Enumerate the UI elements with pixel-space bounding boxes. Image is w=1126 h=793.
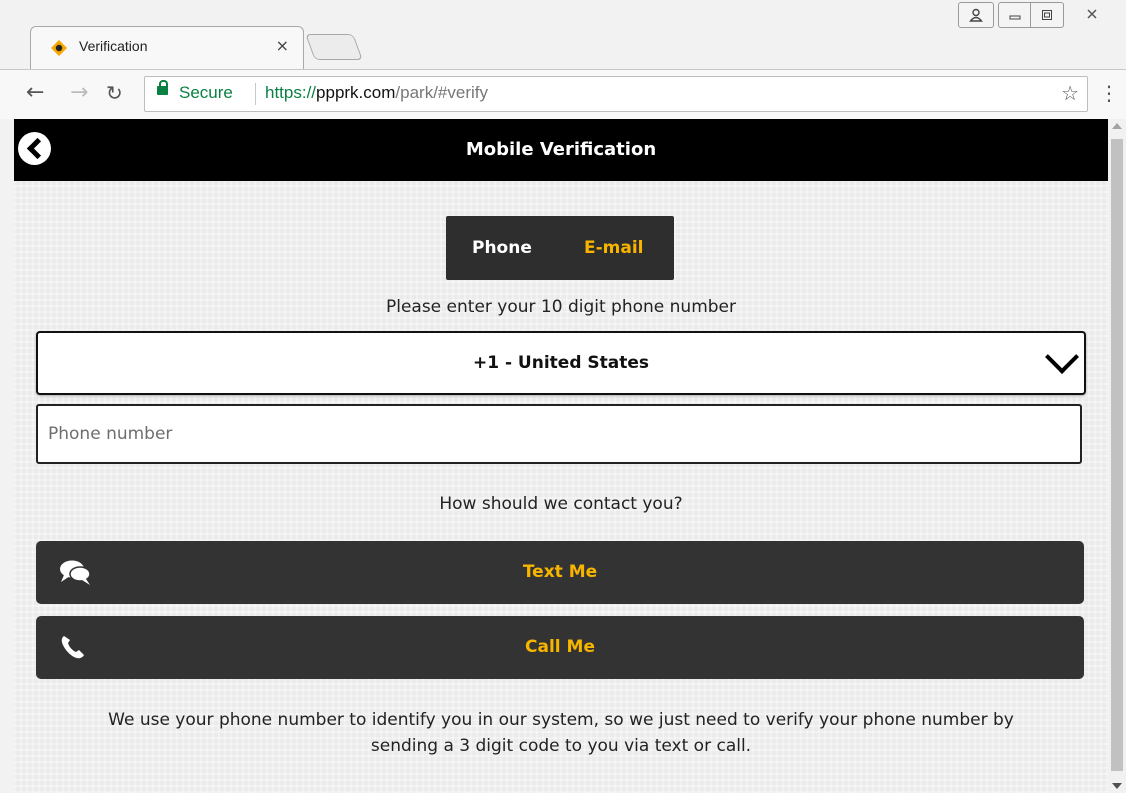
vertical-scrollbar[interactable]	[1108, 119, 1126, 793]
site-favicon-icon	[51, 40, 67, 56]
window-left-edge	[0, 119, 14, 793]
browser-toolbar: ← → ↻ Secure https://ppprk.com/park/#ver…	[0, 69, 1126, 120]
call-me-button[interactable]: Call Me	[36, 616, 1084, 679]
close-icon	[1087, 9, 1097, 19]
new-tab-button[interactable]	[305, 34, 363, 60]
tab-phone[interactable]: Phone	[472, 238, 532, 258]
phone-icon	[61, 636, 84, 659]
address-bar[interactable]: Secure https://ppprk.com/park/#verify ☆	[144, 76, 1088, 112]
app-header: Mobile Verification	[14, 119, 1108, 181]
restore-icon	[1042, 10, 1052, 20]
url-scheme: https://	[265, 83, 317, 102]
tab-strip: Verification ×	[0, 0, 1126, 69]
maximize-button[interactable]	[1030, 2, 1064, 28]
text-me-button[interactable]: Text Me	[36, 541, 1084, 604]
page-title: Mobile Verification	[465, 139, 657, 160]
verification-method-toggle: Phone E-mail	[446, 216, 674, 280]
bookmark-star-icon[interactable]: ☆	[1061, 81, 1079, 106]
back-arrow-icon[interactable]: ←	[26, 80, 44, 106]
person-icon	[969, 8, 983, 22]
url-host: ppprk.com	[316, 83, 396, 102]
country-code-select[interactable]: +1 - United States	[36, 331, 1086, 395]
minimize-icon	[1009, 15, 1021, 20]
chevron-down-icon	[1045, 340, 1079, 374]
phone-prompt: Please enter your 10 digit phone number	[385, 297, 737, 317]
text-me-label: Text Me	[522, 562, 598, 582]
country-selected-value: +1 - United States	[472, 353, 650, 373]
minimize-button[interactable]	[998, 2, 1031, 28]
profile-icon[interactable]	[958, 2, 994, 28]
browser-window: Verification × ← → ↻ Secure https://pppr…	[0, 0, 1126, 793]
close-window-button[interactable]	[1070, 2, 1114, 26]
address-separator	[255, 83, 256, 105]
reload-icon[interactable]: ↻	[106, 80, 123, 106]
scroll-up-icon[interactable]	[1112, 123, 1122, 129]
tab-title: Verification	[79, 38, 148, 54]
page-viewport: Mobile Verification Phone E-mail Please …	[14, 119, 1108, 793]
url-text[interactable]: https://ppprk.com/park/#verify	[265, 83, 488, 103]
tab-email[interactable]: E-mail	[584, 238, 644, 258]
browser-tab[interactable]: Verification ×	[30, 26, 304, 69]
browser-menu-icon[interactable]: ⋮	[1099, 80, 1119, 106]
scroll-down-icon[interactable]	[1112, 783, 1122, 789]
verification-info-text: We use your phone number to identify you…	[108, 710, 1014, 756]
secure-label: Secure	[179, 83, 233, 102]
url-path: /park/#verify	[395, 83, 488, 102]
phone-number-input[interactable]	[36, 404, 1082, 464]
lock-icon	[157, 80, 168, 95]
chat-bubbles-icon	[60, 560, 91, 585]
tab-close-icon[interactable]: ×	[276, 36, 289, 55]
call-me-label: Call Me	[525, 637, 595, 657]
scrollbar-thumb[interactable]	[1111, 139, 1123, 771]
forward-arrow-icon[interactable]: →	[70, 80, 88, 106]
contact-question: How should we contact you?	[439, 494, 683, 514]
